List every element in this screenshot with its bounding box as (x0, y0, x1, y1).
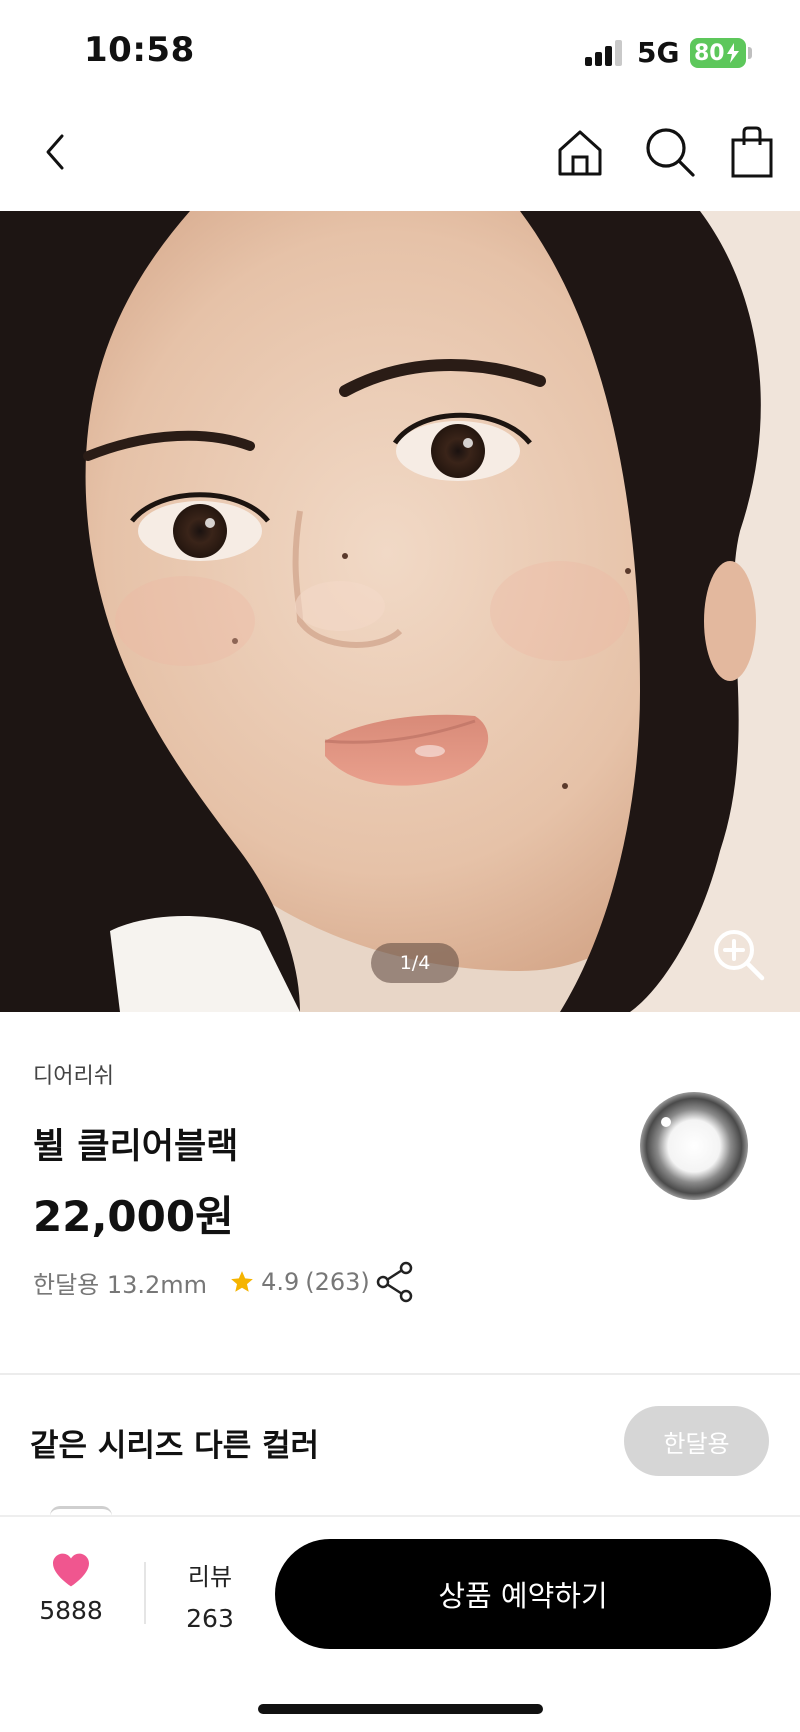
section-divider (0, 1373, 800, 1375)
bottom-divider (144, 1562, 146, 1624)
top-nav (0, 110, 800, 210)
product-meta: 한달용 13.2mm 4.9 (263) (33, 1262, 370, 1302)
bottom-action-bar: 5888 리뷰 263 상품 예약하기 (0, 1515, 800, 1732)
home-button[interactable] (548, 120, 612, 184)
zoom-button[interactable] (710, 926, 770, 986)
share-button[interactable] (374, 1260, 416, 1304)
status-time: 10:58 (84, 30, 195, 70)
battery-tip (748, 47, 752, 59)
home-indicator[interactable] (258, 1704, 543, 1714)
review-count: 263 (186, 1604, 234, 1633)
chevron-left-icon (46, 134, 64, 170)
brand-name[interactable]: 디어리쉬 (33, 1058, 114, 1090)
duration-filter-pill[interactable]: 한달용 (624, 1406, 769, 1476)
battery-level: 80 (694, 40, 725, 66)
rating-value: 4.9 (261, 1268, 300, 1296)
shopping-bag-icon (731, 126, 773, 178)
product-name: 뷜 클리어블랙 (33, 1127, 239, 1167)
signal-icon (585, 40, 625, 66)
share-icon (376, 1261, 413, 1303)
product-price: 22,000원 (33, 1192, 234, 1241)
star-icon (231, 1271, 253, 1292)
lens-thumbnail (638, 1090, 750, 1202)
product-image[interactable] (0, 211, 800, 1012)
cart-button[interactable] (720, 120, 784, 184)
review-button[interactable]: 리뷰 263 (170, 1557, 250, 1633)
series-section-title: 같은 시리즈 다른 컬러 (30, 1428, 320, 1464)
network-label: 5G (637, 36, 680, 69)
back-button[interactable] (24, 120, 88, 184)
image-page-indicator: 1/4 (371, 943, 459, 983)
product-spec: 한달용 13.2mm (33, 1270, 208, 1299)
like-button[interactable]: 5888 (30, 1552, 112, 1625)
reserve-product-button[interactable]: 상품 예약하기 (275, 1539, 771, 1649)
heart-icon (53, 1553, 89, 1587)
review-label: 리뷰 (187, 1563, 233, 1591)
battery-icon: 80 (690, 38, 746, 68)
rating-count: (263) (305, 1268, 370, 1296)
search-button[interactable] (638, 120, 702, 184)
zoom-in-icon (714, 930, 765, 981)
home-icon (558, 130, 602, 176)
like-count: 5888 (39, 1596, 103, 1625)
model-photo (0, 211, 800, 1012)
search-icon (646, 128, 695, 177)
status-bar: 10:58 5G 80 (0, 0, 800, 100)
